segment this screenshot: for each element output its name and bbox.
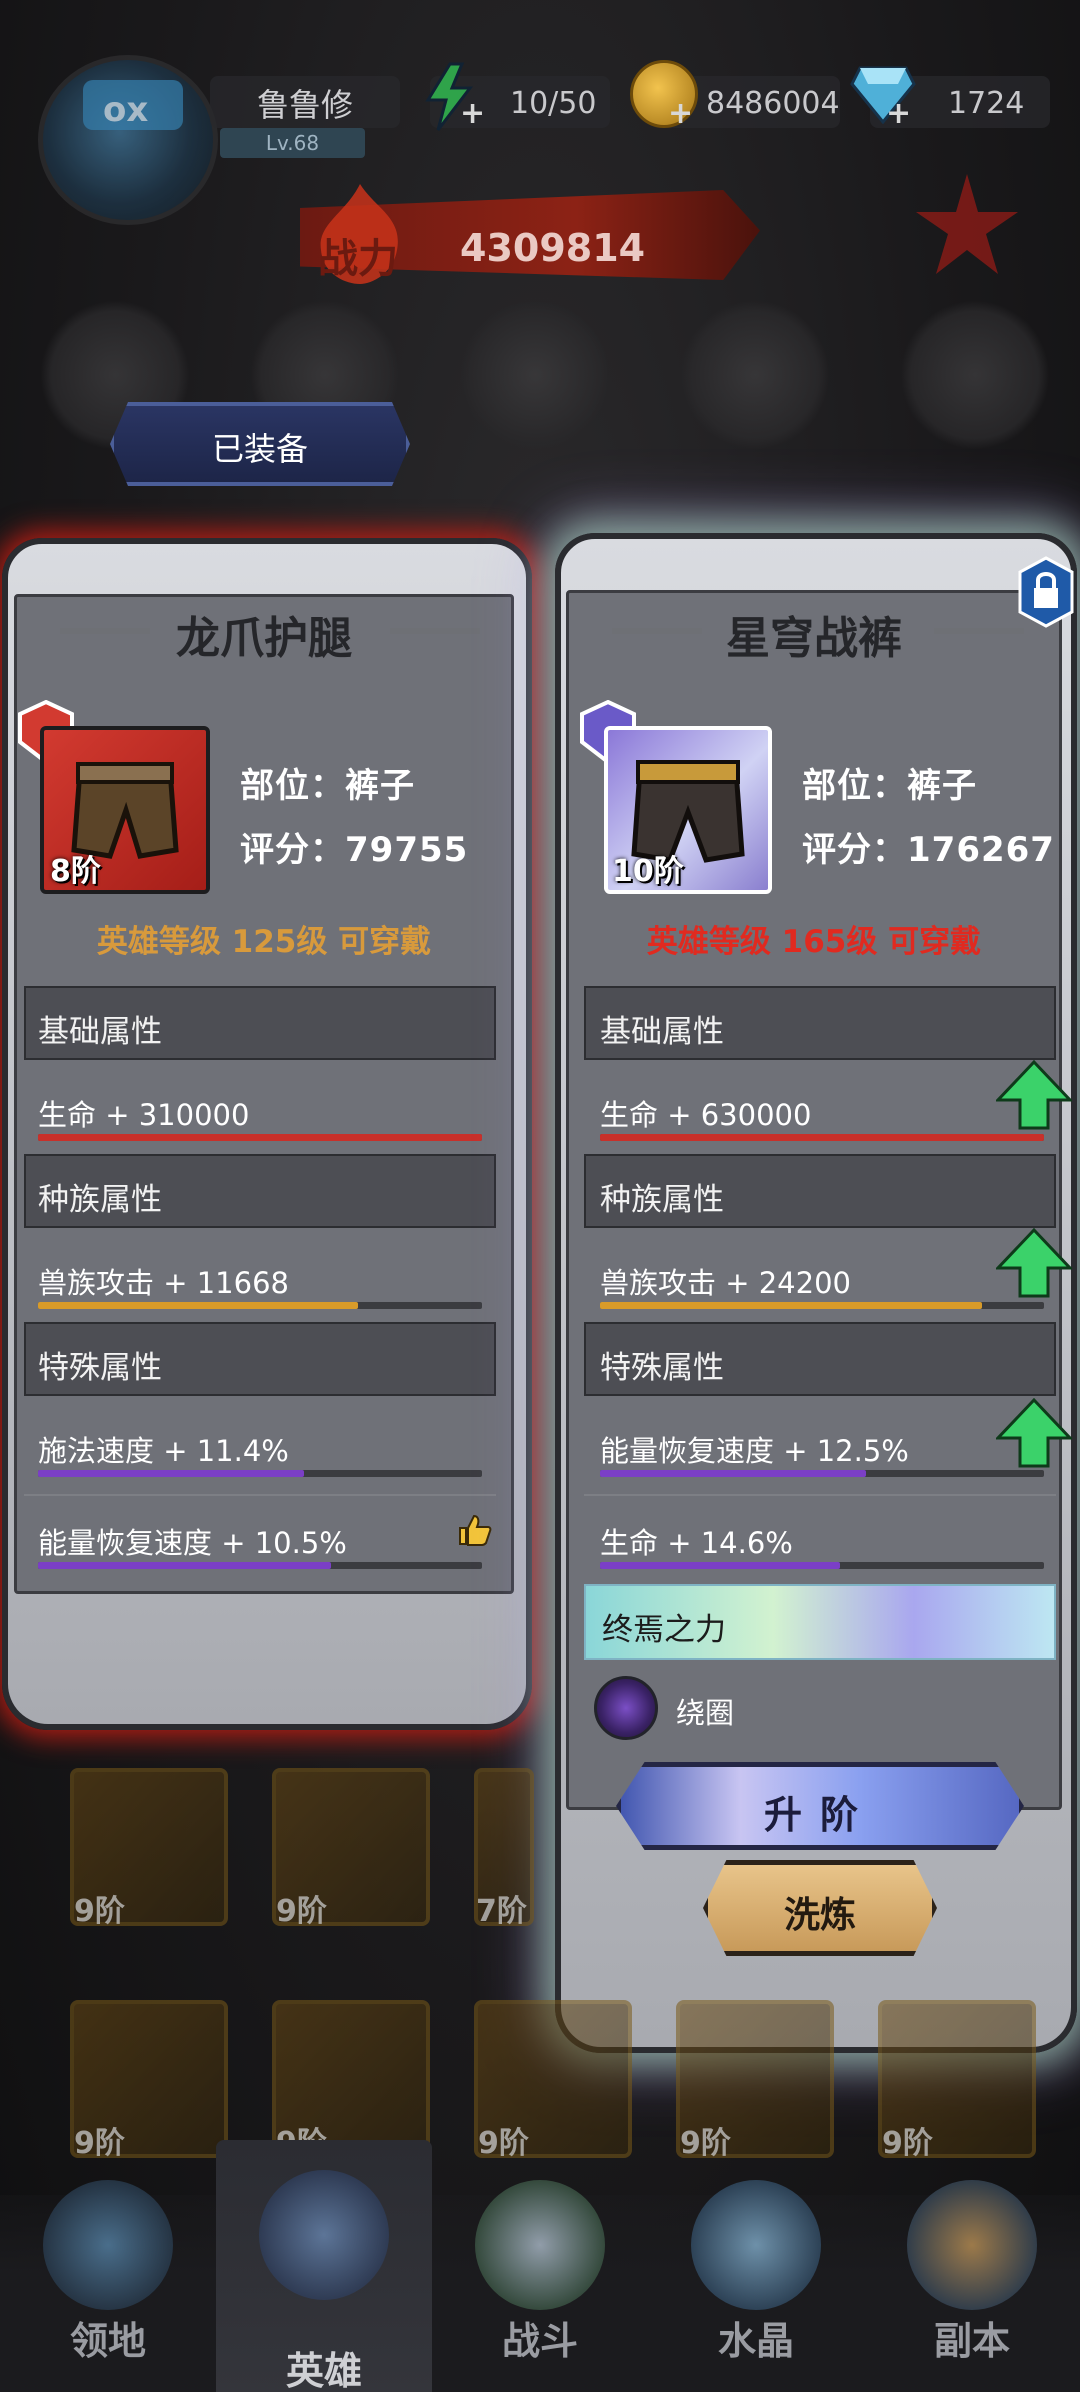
hero-hat-icon — [259, 2170, 389, 2300]
gem-value: 1724 — [948, 86, 1025, 121]
stat-text: 施法速度 + 11.4% — [38, 1434, 289, 1468]
stat-bar-fill — [600, 1302, 982, 1309]
battle-book-icon — [475, 2180, 605, 2310]
nav-dungeon-label: 副本 — [933, 2319, 1010, 2363]
nav-battle-label: 战斗 — [501, 2319, 578, 2363]
player-avatar[interactable]: ox — [38, 55, 218, 225]
red-star-icon — [916, 174, 1018, 274]
equipped-item-title: 龙爪护腿 — [176, 613, 352, 664]
equipped-item-part: 部位：裤子 — [240, 766, 415, 806]
stat-bar — [38, 1562, 482, 1569]
bg-ring-slot — [680, 300, 830, 450]
game-screen: { "player": {"name": "鲁鲁修", "level": "Lv… — [0, 0, 1080, 2392]
inventory-slot-tier: 9阶 — [74, 2126, 125, 2161]
nav-crystal[interactable]: 水晶 — [648, 2180, 864, 2365]
stat-bar — [600, 1470, 1044, 1477]
gold-value: 8486004 — [706, 86, 840, 121]
stat-text: 生命 + 310000 — [38, 1098, 250, 1132]
stat-bar — [600, 1562, 1044, 1569]
stat-bar-fill — [38, 1470, 305, 1477]
section-base-label: 基础属性 — [38, 1014, 162, 1050]
divider — [24, 1494, 496, 1496]
inventory-slot-tier: 7阶 — [476, 1894, 527, 1929]
inventory-slot-tier: 9阶 — [478, 2126, 529, 2161]
stat-bar — [600, 1134, 1044, 1141]
stat-bar — [38, 1302, 482, 1309]
section-special-label: 特殊属性 — [38, 1350, 162, 1386]
inventory-slot-tier: 9阶 — [74, 1894, 125, 1929]
section-race-label: 种族属性 — [38, 1182, 162, 1218]
player-level: Lv.68 — [220, 128, 365, 158]
stat-text: 生命 + 630000 — [600, 1098, 812, 1132]
nav-territory[interactable]: 领地 — [0, 2180, 216, 2365]
stat-text: 兽族攻击 + 11668 — [38, 1266, 289, 1300]
skill-swirl-icon[interactable] — [594, 1676, 658, 1740]
gold-plus-icon[interactable]: + — [668, 96, 693, 131]
nav-crystal-label: 水晶 — [717, 2319, 794, 2363]
inventory-slot-tier: 9阶 — [276, 1894, 327, 1929]
upgrade-arrow-icon — [996, 1060, 1072, 1130]
bg-armor-slot — [460, 300, 610, 450]
stat-text: 兽族攻击 + 24200 — [600, 1266, 851, 1300]
equipped-item-tier: 8阶 — [50, 854, 101, 889]
thumbs-up-icon — [459, 1514, 492, 1546]
crystal-icon — [691, 2180, 821, 2310]
stat-bar-fill — [600, 1562, 840, 1569]
compare-item-part: 部位：裤子 — [802, 766, 977, 806]
nav-dungeon[interactable]: 副本 — [864, 2180, 1080, 2365]
portal-icon — [907, 2180, 1037, 2310]
power-label: 战力 — [318, 236, 398, 282]
nav-battle[interactable]: 战斗 — [432, 2180, 648, 2365]
special-power-label: 终焉之力 — [602, 1612, 726, 1648]
stat-bar — [38, 1470, 482, 1477]
compare-item-requirement: 英雄等级 165级 可穿戴 — [646, 924, 982, 960]
section-base-label: 基础属性 — [600, 1014, 724, 1050]
castle-icon — [43, 2180, 173, 2310]
stat-text: 生命 + 14.6% — [600, 1526, 793, 1560]
stat-bar-fill — [600, 1134, 1044, 1141]
stat-bar-fill — [600, 1470, 867, 1477]
section-special-label: 特殊属性 — [600, 1350, 724, 1386]
player-name: 鲁鲁修 — [256, 86, 353, 124]
upgrade-tier-label: 升阶 — [763, 1793, 876, 1837]
stat-text: 能量恢复速度 + 12.5% — [600, 1434, 909, 1468]
equipped-item-requirement: 英雄等级 125级 可穿戴 — [96, 924, 432, 960]
compare-item-tier: 10阶 — [612, 854, 684, 889]
nav-hero[interactable]: 英雄 — [216, 2140, 432, 2392]
inventory-slot-tier: 9阶 — [680, 2126, 731, 2161]
equipped-item-score: 评分：79755 — [240, 830, 469, 870]
refine-label: 洗炼 — [783, 1895, 856, 1936]
upgrade-arrow-icon — [996, 1398, 1072, 1468]
divider — [584, 1494, 1056, 1496]
nav-hero-label: 英雄 — [285, 2349, 362, 2392]
energy-value: 10/50 — [510, 86, 597, 121]
stat-bar-fill — [38, 1562, 332, 1569]
inventory-slot-tier: 9阶 — [882, 2126, 933, 2161]
skill-name: 绕圈 — [676, 1696, 735, 1730]
stat-bar — [600, 1302, 1044, 1309]
gem-plus-icon[interactable]: + — [886, 96, 911, 131]
compare-item-score: 评分：176267 — [802, 830, 1055, 870]
stat-bar-fill — [38, 1302, 358, 1309]
power-value: 4309814 — [460, 226, 646, 270]
energy-plus-icon[interactable]: + — [460, 96, 485, 131]
compare-item-title: 星穹战裤 — [726, 613, 902, 664]
stat-bar-fill — [38, 1134, 482, 1141]
bg-wing-slot — [900, 300, 1050, 450]
nav-territory-label: 领地 — [69, 2319, 146, 2363]
section-race-label: 种族属性 — [600, 1182, 724, 1218]
stat-bar — [38, 1134, 482, 1141]
equipped-tab-label: 已装备 — [211, 430, 308, 468]
upgrade-arrow-icon — [996, 1228, 1072, 1298]
stat-text: 能量恢复速度 + 10.5% — [38, 1526, 347, 1560]
